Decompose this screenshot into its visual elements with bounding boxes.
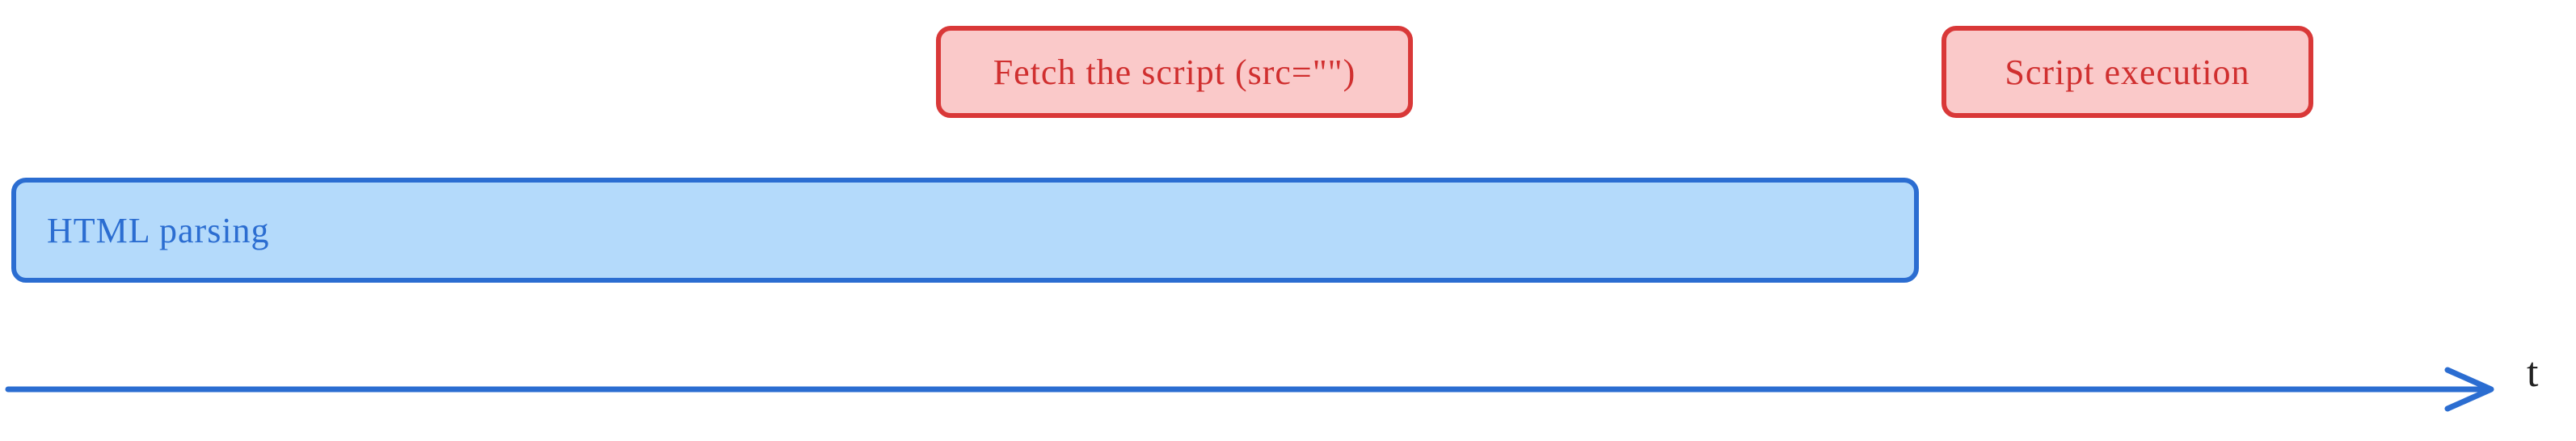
arrow-icon [8,365,2514,414]
time-axis-label: t [2527,349,2538,397]
html-parsing-label: HTML parsing [47,210,270,251]
fetch-script-box: Fetch the script (src="") [936,26,1413,118]
fetch-script-label: Fetch the script (src="") [993,52,1356,93]
html-parsing-box: HTML parsing [11,178,1919,283]
time-axis [8,365,2514,414]
script-execution-box: Script execution [1941,26,2313,118]
script-execution-label: Script execution [2005,52,2249,93]
script-loading-timeline-diagram: Fetch the script (src="") Script executi… [0,0,2576,441]
